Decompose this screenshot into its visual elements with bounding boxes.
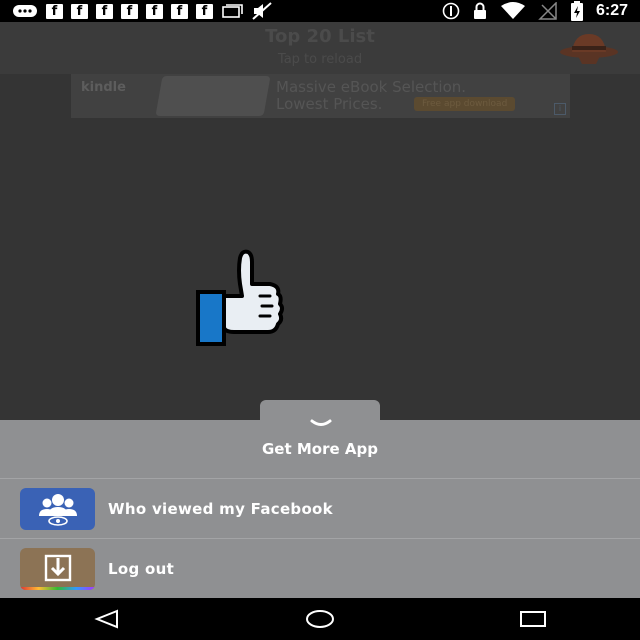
who-viewed-app-icon (20, 487, 95, 530)
reload-hint[interactable]: Tap to reload (0, 52, 640, 67)
back-triangle-icon (93, 609, 118, 629)
status-bar: f f f f f f f 6:27 (0, 0, 640, 22)
ad-brand: kindle (81, 80, 126, 95)
logout-icon (20, 547, 95, 590)
rainbow-stripe (20, 586, 95, 590)
item-label: Who viewed my Facebook (108, 499, 333, 518)
mute-icon (251, 2, 273, 20)
facebook-icon: f (71, 3, 88, 19)
facebook-icon: f (171, 3, 188, 19)
ad-subheadline: Lowest Prices. (276, 95, 383, 113)
battery-charging-icon (570, 1, 584, 21)
top-header[interactable]: Top 20 List Tap to reload (0, 22, 640, 74)
system-icons: 6:27 (442, 0, 628, 22)
info-icon (442, 2, 460, 20)
page-title: Top 20 List (265, 26, 375, 47)
notification-icons: f f f f f f f (0, 2, 273, 20)
ad-device-image (155, 76, 271, 116)
list-item-log-out[interactable]: Log out (0, 539, 640, 598)
ad-headline: Massive eBook Selection. (276, 78, 467, 96)
chevron-down-icon (310, 412, 332, 431)
no-signal-icon (538, 2, 558, 20)
list-item-who-viewed[interactable]: Who viewed my Facebook (0, 479, 640, 538)
gallery-icon (221, 4, 243, 18)
home-circle-icon (305, 610, 334, 628)
bottom-sheet: Get More App Who viewed my Facebook Log … (0, 420, 640, 598)
recents-button[interactable] (503, 598, 563, 640)
lock-icon (472, 2, 488, 20)
clock: 6:27 (595, 2, 628, 19)
facebook-icon: f (46, 3, 63, 19)
recents-square-icon (520, 611, 547, 627)
wifi-icon (500, 2, 526, 20)
item-label: Log out (108, 559, 175, 578)
facebook-icon: f (121, 3, 138, 19)
home-button[interactable] (290, 598, 350, 640)
spy-hat-icon (558, 28, 620, 68)
back-button[interactable] (77, 598, 137, 640)
thumbs-up-icon (190, 248, 290, 348)
sheet-collapse-handle[interactable] (260, 400, 380, 426)
facebook-icon: f (146, 3, 163, 19)
ad-download-button[interactable]: Free app download (414, 97, 516, 111)
facebook-icon: f (196, 3, 213, 19)
ad-info-icon[interactable]: i (554, 103, 566, 115)
facebook-icon: f (96, 3, 113, 19)
navigation-bar (0, 598, 640, 640)
ad-banner[interactable]: kindle Massive eBook Selection. Lowest P… (71, 74, 570, 118)
message-icon (12, 4, 38, 18)
